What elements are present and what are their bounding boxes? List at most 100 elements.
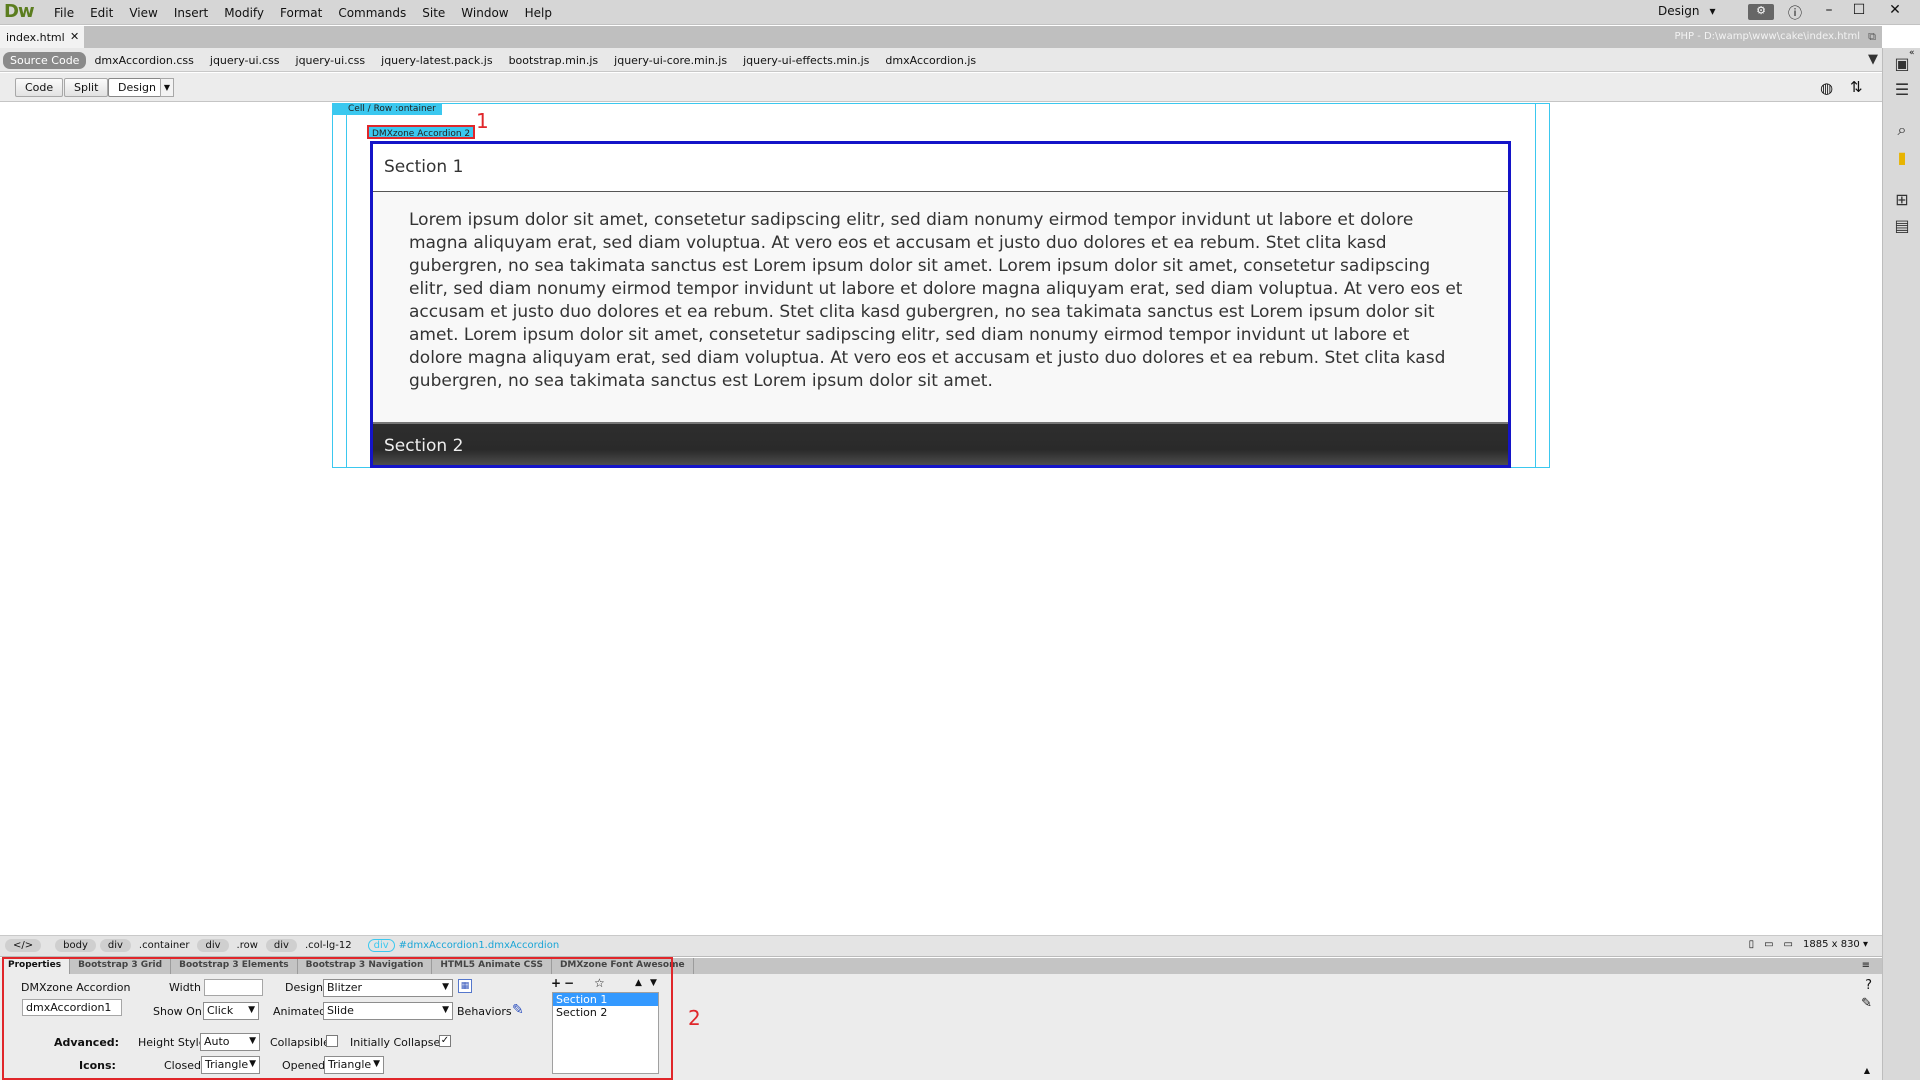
- close-window-button[interactable]: ✕: [1884, 2, 1906, 22]
- related-file[interactable]: jquery-latest.pack.js: [373, 52, 500, 69]
- tag-body[interactable]: body: [55, 939, 96, 952]
- tag-class-row[interactable]: .row: [233, 939, 262, 952]
- menu-format[interactable]: Format: [272, 0, 330, 25]
- tag-class-col[interactable]: .col-lg-12: [301, 939, 356, 952]
- workspace-label: Design: [1658, 4, 1700, 18]
- tag-div[interactable]: div: [197, 939, 229, 952]
- height-style-select[interactable]: Auto ▼: [200, 1033, 260, 1051]
- document-tab[interactable]: index.html ✕: [0, 26, 84, 48]
- workspace-switcher[interactable]: Design ▾: [1658, 4, 1715, 18]
- menu-window[interactable]: Window: [453, 0, 516, 25]
- list-item[interactable]: Section 2: [553, 1006, 658, 1019]
- accordion-element-tag[interactable]: DMXzone Accordion 2: [367, 125, 476, 139]
- document-path: PHP - D:\wamp\www\cake\index.html: [1674, 31, 1860, 42]
- opened-label: Opened: [282, 1059, 326, 1072]
- sync-settings-icon[interactable]: ⚙: [1748, 4, 1774, 20]
- menu-insert[interactable]: Insert: [166, 0, 216, 25]
- globe-icon[interactable]: ◍: [1820, 79, 1833, 97]
- tag-div[interactable]: div: [265, 939, 297, 952]
- design-value: Blitzer: [327, 981, 363, 994]
- tab-bootstrap-elements[interactable]: Bootstrap 3 Elements: [171, 958, 298, 974]
- tablet-size-icon[interactable]: ▭: [1764, 939, 1773, 950]
- behaviors-icon[interactable]: ✎: [512, 1002, 524, 1018]
- behaviors-label: Behaviors: [457, 1005, 512, 1018]
- restore-doc-icon[interactable]: ⧉: [1868, 30, 1876, 44]
- accordion[interactable]: Section 1 Lorem ipsum dolor sit amet, co…: [370, 141, 1511, 468]
- tab-html5-animate-css[interactable]: HTML5 Animate CSS: [432, 958, 552, 974]
- star-icon[interactable]: ☆: [594, 976, 605, 990]
- opened-icon-select[interactable]: Triangle ▼: [324, 1056, 384, 1074]
- info-icon[interactable]: ⓘ: [1788, 3, 1802, 23]
- tab-font-awesome[interactable]: DMXzone Font Awesome: [552, 958, 694, 974]
- design-canvas[interactable]: Cell / Row :ontainer DMXzone Accordion 2…: [0, 103, 1882, 935]
- sections-list[interactable]: Section 1 Section 2: [552, 992, 659, 1074]
- menu-view[interactable]: View: [121, 0, 165, 25]
- move-down-icon[interactable]: ▼: [650, 978, 657, 988]
- design-grid-icon[interactable]: ▦: [458, 979, 472, 993]
- database-icon[interactable]: ☰: [1892, 80, 1912, 100]
- sort-arrows-icon[interactable]: ⇅: [1850, 78, 1863, 96]
- design-select[interactable]: Blitzer ▼: [323, 979, 453, 997]
- document-toolbar: Code Split Design ▼ ◍ ⇅: [0, 73, 1882, 102]
- related-file-source-code[interactable]: Source Code: [3, 52, 87, 69]
- related-file[interactable]: jquery-ui.css: [288, 52, 374, 69]
- assets-icon[interactable]: ▮: [1892, 148, 1912, 168]
- split-view-button[interactable]: Split: [64, 78, 109, 97]
- related-file[interactable]: dmxAccordion.css: [86, 52, 201, 69]
- close-icon[interactable]: ✕: [70, 30, 79, 43]
- menu-commands[interactable]: Commands: [330, 0, 414, 25]
- width-field[interactable]: [204, 979, 263, 996]
- accordion-id-field[interactable]: dmxAccordion1: [22, 999, 122, 1016]
- insert-panel-icon[interactable]: ▣: [1892, 54, 1912, 74]
- tab-properties[interactable]: Properties: [0, 958, 71, 974]
- show-on-select[interactable]: Click ▼: [203, 1002, 259, 1020]
- mobile-size-icon[interactable]: ▯: [1749, 939, 1755, 950]
- menu-site[interactable]: Site: [414, 0, 453, 25]
- site-structure-icon[interactable]: ⊞: [1892, 190, 1912, 210]
- snippets-icon[interactable]: ▤: [1892, 216, 1912, 236]
- code-view-button[interactable]: Code: [15, 78, 64, 97]
- view-options-dropdown[interactable]: ▼: [160, 78, 174, 97]
- filter-icon[interactable]: ▼: [1868, 52, 1878, 67]
- tag-class-container[interactable]: .container: [135, 939, 194, 952]
- menu-file[interactable]: File: [46, 0, 82, 25]
- accordion-section-1-header[interactable]: Section 1: [373, 144, 1508, 192]
- related-file[interactable]: dmxAccordion.js: [877, 52, 984, 69]
- panel-menu-icon[interactable]: ≡: [1862, 960, 1870, 971]
- collapsible-checkbox[interactable]: [326, 1035, 338, 1047]
- tab-bootstrap-grid[interactable]: Bootstrap 3 Grid: [70, 958, 172, 974]
- design-view-button[interactable]: Design: [108, 78, 166, 97]
- tag-div[interactable]: div: [99, 939, 131, 952]
- tag-div-active[interactable]: div: [367, 939, 395, 952]
- closed-icon-select[interactable]: Triangle ▼: [201, 1056, 260, 1074]
- icons-label: Icons:: [79, 1059, 116, 1072]
- help-icon[interactable]: ?: [1865, 978, 1872, 993]
- minimize-button[interactable]: –: [1818, 2, 1840, 22]
- move-up-icon[interactable]: ▲: [635, 978, 642, 988]
- edit-icon[interactable]: ✎: [1861, 996, 1872, 1011]
- menu-edit[interactable]: Edit: [82, 0, 121, 25]
- tag-selector-bar: </> body div .container div .row div .co…: [0, 935, 1882, 957]
- initially-collapsed-checkbox[interactable]: ✓: [439, 1035, 451, 1047]
- desktop-size-icon[interactable]: ▭: [1784, 939, 1793, 950]
- animated-select[interactable]: Slide ▼: [323, 1002, 453, 1020]
- remove-section-icon[interactable]: −: [564, 976, 574, 990]
- accordion-section-2-header[interactable]: Section 2: [373, 422, 1508, 465]
- menu-modify[interactable]: Modify: [216, 0, 272, 25]
- tab-bootstrap-navigation[interactable]: Bootstrap 3 Navigation: [298, 958, 433, 974]
- related-file[interactable]: jquery-ui-effects.min.js: [735, 52, 877, 69]
- collapse-inspector-icon[interactable]: ▲: [1864, 1066, 1870, 1075]
- cell-row-container-tag[interactable]: Cell / Row :ontainer: [332, 103, 442, 115]
- code-toggle-button[interactable]: </>: [5, 939, 42, 952]
- related-file[interactable]: jquery-ui.css: [202, 52, 288, 69]
- list-item[interactable]: Section 1: [553, 993, 658, 1006]
- related-file[interactable]: jquery-ui-core.min.js: [606, 52, 735, 69]
- tag-active-selector[interactable]: #dmxAccordion1.dmxAccordion: [399, 940, 560, 951]
- related-file[interactable]: bootstrap.min.js: [501, 52, 607, 69]
- height-style-value: Auto: [204, 1035, 230, 1048]
- menu-help[interactable]: Help: [517, 0, 560, 25]
- window-size-dropdown[interactable]: 1885 x 830 ▾: [1803, 939, 1868, 950]
- add-section-icon[interactable]: +: [551, 976, 561, 990]
- search-icon[interactable]: ⌕: [1892, 120, 1912, 140]
- maximize-button[interactable]: ☐: [1848, 2, 1870, 22]
